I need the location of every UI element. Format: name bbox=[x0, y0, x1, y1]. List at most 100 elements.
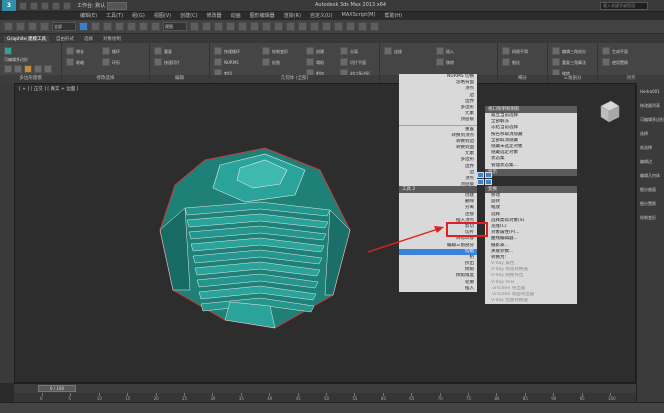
insert-icon[interactable] bbox=[436, 47, 444, 55]
loop-label[interactable]: 循环 bbox=[112, 49, 120, 55]
vertex-mode-icon[interactable] bbox=[4, 65, 12, 73]
reference-coordinate-dropdown[interactable]: 视图 bbox=[163, 22, 187, 31]
material-editor-icon[interactable] bbox=[334, 22, 343, 31]
menu-item[interactable]: 渲染(R) bbox=[284, 12, 301, 20]
insert-label[interactable]: 插入 bbox=[446, 49, 454, 55]
percent-snap-icon[interactable] bbox=[226, 22, 235, 31]
collapse-label[interactable]: 塌陷 bbox=[316, 60, 324, 66]
retriangulate-icon[interactable] bbox=[552, 58, 560, 66]
repeat-label[interactable]: 重复 bbox=[164, 49, 172, 55]
connect-icon[interactable] bbox=[384, 47, 392, 55]
viewport-label[interactable]: [ + ] [ 正交 ] [ 真实 + 边面 ] bbox=[19, 86, 78, 92]
collapse-icon[interactable] bbox=[306, 58, 314, 66]
app-menu-button[interactable]: 3 bbox=[2, 0, 16, 11]
open-file-icon[interactable] bbox=[30, 1, 38, 10]
command-panel-item[interactable]: Hedra001 bbox=[640, 89, 660, 94]
detach-icon[interactable] bbox=[340, 47, 348, 55]
curve-editor-icon[interactable] bbox=[310, 22, 319, 31]
remove-icon[interactable] bbox=[436, 58, 444, 66]
ring-icon[interactable] bbox=[102, 58, 110, 66]
element-mode-icon[interactable] bbox=[44, 65, 52, 73]
command-panel-item[interactable]: 编辑几何体 bbox=[640, 173, 660, 179]
ribbon-tab[interactable]: Graphite 建模工具 bbox=[4, 35, 50, 42]
loop-icon[interactable] bbox=[102, 47, 110, 55]
align-icon[interactable] bbox=[274, 22, 283, 31]
relax-icon[interactable] bbox=[262, 58, 270, 66]
detach-label[interactable]: 分离 bbox=[350, 49, 358, 55]
search-input[interactable]: 键入关键字或短语 bbox=[600, 2, 648, 10]
scale-icon[interactable] bbox=[151, 22, 160, 31]
select-by-name-icon[interactable] bbox=[91, 22, 100, 31]
redo-icon[interactable] bbox=[63, 1, 71, 10]
save-file-icon[interactable] bbox=[41, 1, 49, 10]
nurms-icon[interactable] bbox=[214, 58, 222, 66]
create-icon[interactable] bbox=[306, 47, 314, 55]
link-icon[interactable] bbox=[28, 22, 37, 31]
undo-button[interactable] bbox=[4, 22, 13, 31]
menu-item[interactable]: 修改器 bbox=[207, 12, 222, 20]
retriangulate-label[interactable]: 重复三角算法 bbox=[562, 60, 586, 66]
mirror-icon[interactable] bbox=[262, 22, 271, 31]
quad-center-bl[interactable] bbox=[477, 179, 484, 185]
remove-label[interactable]: 移除 bbox=[446, 60, 454, 66]
render-setup-icon[interactable] bbox=[346, 22, 355, 31]
named-selection-icon[interactable] bbox=[250, 22, 259, 31]
slice-plane-icon[interactable] bbox=[340, 58, 348, 66]
command-panel-item[interactable]: 细分置换 bbox=[640, 201, 656, 207]
menu-item[interactable]: 自定义(U) bbox=[310, 12, 333, 20]
quad-center-selector[interactable] bbox=[477, 172, 493, 186]
ribbon-tab[interactable]: 自由形式 bbox=[53, 36, 77, 42]
slice-plane-label[interactable]: 切片平面 bbox=[350, 60, 366, 66]
quad-menu-item[interactable]: 顶层级 bbox=[399, 117, 477, 123]
edit-triangulation-icon[interactable] bbox=[552, 47, 560, 55]
pivot-icon[interactable] bbox=[190, 22, 199, 31]
use-displacement-label[interactable]: 使用置换 bbox=[612, 60, 628, 66]
time-slider[interactable]: 0 / 100 bbox=[38, 385, 76, 392]
schematic-view-icon[interactable] bbox=[322, 22, 331, 31]
menu-item[interactable]: 创建(C) bbox=[180, 12, 197, 20]
border-mode-icon[interactable] bbox=[24, 65, 32, 73]
generate-plane-label[interactable]: 生成平面 bbox=[612, 49, 628, 55]
generate-plane-icon[interactable] bbox=[602, 47, 610, 55]
redo-button[interactable] bbox=[16, 22, 25, 31]
quickslice-label[interactable]: 快速切片 bbox=[164, 60, 180, 66]
command-panel-item[interactable]: 软选择 bbox=[640, 145, 652, 151]
spinner-snap-icon[interactable] bbox=[238, 22, 247, 31]
mesh-smooth-label[interactable]: 网格平滑 bbox=[512, 49, 528, 55]
render-frame-icon[interactable] bbox=[358, 22, 367, 31]
selection-filter-dropdown[interactable]: 全部 bbox=[52, 22, 76, 31]
grow-label[interactable]: 增长 bbox=[76, 49, 84, 55]
edit-poly-icon[interactable] bbox=[4, 47, 12, 55]
quickloop-label[interactable]: 快速循环 bbox=[224, 49, 240, 55]
command-panel-item[interactable]: 可编辑多边形 bbox=[640, 117, 664, 123]
quad-menu-item[interactable]: 插入 bbox=[399, 286, 477, 292]
command-panel-item[interactable]: 绘制变形 bbox=[640, 215, 656, 221]
move-icon[interactable] bbox=[127, 22, 136, 31]
ring-label[interactable]: 环形 bbox=[112, 60, 120, 66]
paint-deform-label[interactable]: 绘制变形 bbox=[272, 49, 288, 55]
new-file-icon[interactable] bbox=[19, 1, 27, 10]
repeat-icon[interactable] bbox=[154, 47, 162, 55]
menu-item[interactable]: 动画 bbox=[231, 12, 241, 20]
command-panel-item[interactable]: 编辑边 bbox=[640, 159, 652, 165]
quad-center-br[interactable] bbox=[485, 179, 492, 185]
menu-item[interactable]: 帮助(H) bbox=[384, 12, 402, 20]
layer-manager-icon[interactable] bbox=[286, 22, 295, 31]
edit-triangulation-label[interactable]: 编辑三角剖分 bbox=[562, 49, 586, 55]
tessellate-label[interactable]: 细化 bbox=[512, 60, 520, 66]
grow-icon[interactable] bbox=[66, 47, 74, 55]
ribbon-tab[interactable]: 选择 bbox=[81, 36, 96, 42]
snap-toggle-icon[interactable] bbox=[202, 22, 211, 31]
menu-item[interactable]: 图形编辑器 bbox=[250, 12, 275, 20]
graphite-toggle-icon[interactable] bbox=[298, 22, 307, 31]
viewcube-icon[interactable] bbox=[597, 98, 621, 126]
shrink-label[interactable]: 收缩 bbox=[76, 60, 84, 66]
menu-item[interactable]: 工具(T) bbox=[106, 12, 123, 20]
edge-mode-icon[interactable] bbox=[14, 65, 22, 73]
ribbon-tab[interactable]: 对象绘制 bbox=[100, 36, 124, 42]
command-panel-item[interactable]: 修改器列表 bbox=[640, 103, 660, 109]
quad-menu-item[interactable]: V-Ray 位图转换器 bbox=[485, 298, 577, 304]
render-production-icon[interactable] bbox=[370, 22, 379, 31]
menu-item[interactable]: 视图(V) bbox=[154, 12, 171, 20]
mesh-smooth-icon[interactable] bbox=[502, 47, 510, 55]
